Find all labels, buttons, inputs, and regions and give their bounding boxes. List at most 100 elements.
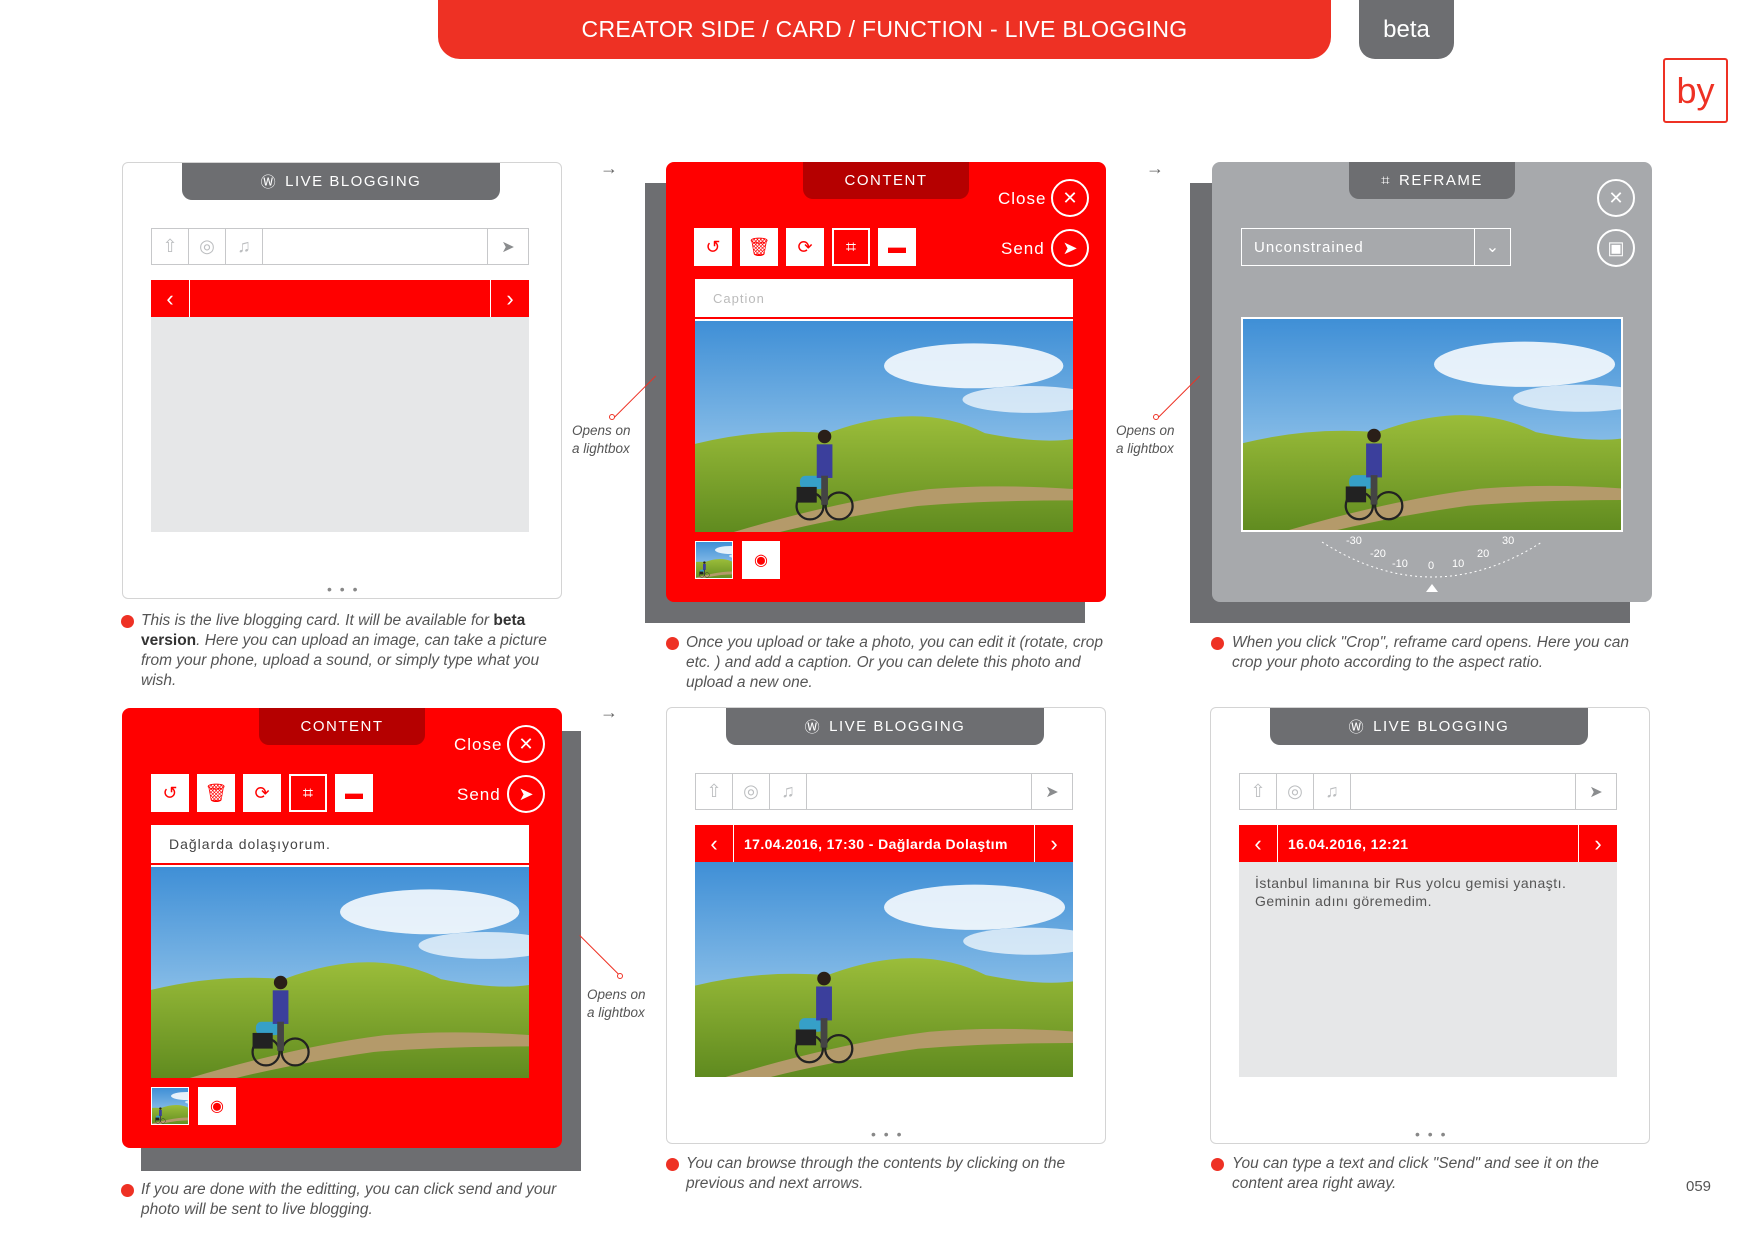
microphone-icon[interactable]: ♫	[770, 774, 807, 809]
more-dots[interactable]: • • •	[871, 1126, 903, 1142]
save-icon[interactable]: ▣	[1597, 229, 1635, 267]
content-editor-card: CONTENT Close ✕ Send ➤ ↺ 🗑 ⟳ ⌗ ▬ Caption…	[666, 162, 1106, 602]
crop-icon[interactable]: ⌗	[832, 228, 870, 266]
send-icon[interactable]: ➤	[1032, 774, 1072, 809]
send-icon[interactable]: ➤	[1051, 229, 1089, 267]
rotate-icon[interactable]: ⟳	[243, 774, 281, 812]
content-text: İstanbul limanına bir Rus yolcu gemisi y…	[1239, 862, 1617, 1077]
opens-lightbox-note-1: Opens on a lightbox	[572, 423, 631, 456]
send-icon[interactable]: ➤	[1576, 774, 1616, 809]
live-blogging-tab: ⓦ LIVE BLOGGING	[182, 163, 500, 200]
microphone-icon[interactable]: ♫	[1314, 774, 1351, 809]
edit-toolbar: ↺ 🗑 ⟳ ⌗ ▬	[151, 774, 381, 812]
edit-toolbar: ↺ 🗑 ⟳ ⌗ ▬	[694, 228, 924, 266]
close-icon[interactable]: ✕	[507, 725, 545, 763]
input-toolbar: ⇧ ◎ ♫ ➤	[151, 228, 529, 265]
previous-arrow-icon[interactable]: ‹	[695, 825, 733, 862]
next-arrow-icon[interactable]: ›	[1035, 825, 1073, 862]
content-title: 16.04.2016, 12:21	[1277, 825, 1579, 862]
text-input[interactable]	[807, 774, 1032, 809]
rotate-left-icon[interactable]: ↺	[694, 228, 732, 266]
content-photo	[695, 862, 1073, 1077]
content-tab: CONTENT	[803, 162, 969, 199]
next-arrow-icon[interactable]: ›	[1579, 825, 1617, 862]
content-tab: CONTENT	[259, 708, 425, 745]
description-5: You can browse through the contents by c…	[686, 1155, 1066, 1192]
chevron-down-icon[interactable]: ⌄	[1474, 229, 1510, 265]
caption-input[interactable]: Dağlarda dolaşıyorum.	[151, 825, 529, 863]
close-icon[interactable]: ✕	[1597, 179, 1635, 217]
camera-icon[interactable]: ◎	[1277, 774, 1314, 809]
crop-frame[interactable]	[1241, 317, 1623, 532]
reframe-card: ⌗ REFRAME ✕ ▣ Unconstrained ⌄ -30 -20 -10…	[1212, 162, 1652, 602]
brand-logo: by	[1663, 58, 1728, 123]
camera-icon[interactable]: ◎	[733, 774, 770, 809]
live-blogging-tab: ⓦ LIVE BLOGGING	[1270, 708, 1588, 745]
flow-arrow-icon: →	[600, 158, 618, 178]
description-6: You can type a text and click "Send" and…	[1232, 1155, 1599, 1192]
camera-icon[interactable]: ◉	[198, 1087, 236, 1125]
live-blogging-logo-icon: ⓦ	[260, 174, 278, 191]
close-icon[interactable]: ✕	[1051, 179, 1089, 217]
page-number: 059	[1686, 1178, 1712, 1195]
description-3: When you click "Crop", reframe card open…	[1232, 634, 1629, 671]
previous-arrow-icon[interactable]: ‹	[151, 280, 189, 317]
flow-arrow-icon: →	[1146, 158, 1164, 178]
next-arrow-icon[interactable]: ›	[491, 280, 529, 317]
microphone-icon[interactable]: ♫	[226, 229, 263, 264]
live-blogging-card-empty: ⓦ LIVE BLOGGING ⇧ ◎ ♫ ➤ ‹ › • • •	[122, 162, 562, 599]
content-nav-bar: ‹ 17.04.2016, 17:30 - Dağlarda Dolaştım …	[695, 825, 1073, 862]
upload-icon[interactable]: ⇧	[1240, 774, 1277, 809]
content-area	[151, 317, 529, 532]
live-blogging-card-photo: ⓦ LIVE BLOGGING ⇧ ◎ ♫ ➤ ‹ 17.04.2016, 17:…	[666, 707, 1106, 1144]
rotate-left-icon[interactable]: ↺	[151, 774, 189, 812]
flow-arrow-icon: →	[600, 702, 618, 722]
crop-icon: ⌗	[1381, 172, 1392, 189]
archive-icon[interactable]: ▬	[335, 774, 373, 812]
content-title: 17.04.2016, 17:30 - Dağlarda Dolaştım	[733, 825, 1035, 862]
photo-thumbnail[interactable]	[695, 541, 733, 579]
send-icon[interactable]: ➤	[507, 775, 545, 813]
page-header: CREATOR SIDE / CARD / FUNCTION - LIVE BL…	[438, 0, 1331, 59]
previous-arrow-icon[interactable]: ‹	[1239, 825, 1277, 862]
photo-thumbnail[interactable]	[151, 1087, 189, 1125]
beta-badge: beta	[1359, 0, 1454, 59]
delete-icon[interactable]: 🗑	[740, 228, 778, 266]
send-label: Send	[457, 785, 501, 804]
live-blogging-logo-icon: ⓦ	[1348, 719, 1366, 736]
input-toolbar: ⇧ ◎ ♫ ➤	[1239, 773, 1617, 810]
rotate-icon[interactable]: ⟳	[786, 228, 824, 266]
opens-lightbox-note-2: Opens on a lightbox	[1116, 423, 1175, 456]
close-label: Close	[454, 735, 503, 754]
upload-icon[interactable]: ⇧	[152, 229, 189, 264]
photo-preview	[695, 319, 1073, 532]
text-input[interactable]	[263, 229, 488, 264]
delete-icon[interactable]: 🗑	[197, 774, 235, 812]
input-toolbar: ⇧ ◎ ♫ ➤	[695, 773, 1073, 810]
camera-icon[interactable]: ◎	[189, 229, 226, 264]
more-dots[interactable]: • • •	[1415, 1126, 1447, 1142]
description-2: Once you upload or take a photo, you can…	[686, 634, 1104, 691]
live-blogging-card-text: ⓦ LIVE BLOGGING ⇧ ◎ ♫ ➤ ‹ 16.04.2016, 12:…	[1210, 707, 1650, 1144]
live-blogging-logo-icon: ⓦ	[804, 719, 822, 736]
content-editor-card-filled: CONTENT Close ✕ Send ➤ ↺ 🗑 ⟳ ⌗ ▬ Dağlard…	[122, 708, 562, 1148]
camera-icon[interactable]: ◉	[742, 541, 780, 579]
archive-icon[interactable]: ▬	[878, 228, 916, 266]
text-input[interactable]	[1351, 774, 1576, 809]
content-nav-bar: ‹ ›	[151, 280, 529, 317]
live-blogging-tab: ⓦ LIVE BLOGGING	[726, 708, 1044, 745]
caption-input[interactable]: Caption	[695, 279, 1073, 317]
crop-icon[interactable]: ⌗	[289, 774, 327, 812]
ratio-select[interactable]: Unconstrained ⌄	[1241, 228, 1511, 266]
close-label: Close	[998, 189, 1047, 208]
upload-icon[interactable]: ⇧	[696, 774, 733, 809]
opens-lightbox-note-3: Opens on a lightbox	[587, 987, 646, 1020]
description-1: This is the live blogging card. It will …	[121, 611, 571, 691]
more-dots[interactable]: • • •	[327, 581, 359, 597]
send-label: Send	[1001, 239, 1045, 258]
reframe-tab: ⌗ REFRAME	[1349, 162, 1515, 199]
send-icon[interactable]: ➤	[488, 229, 528, 264]
photo-preview	[151, 865, 529, 1078]
content-nav-bar: ‹ 16.04.2016, 12:21 ›	[1239, 825, 1617, 862]
description-4: If you are done with the editting, you c…	[141, 1181, 557, 1218]
